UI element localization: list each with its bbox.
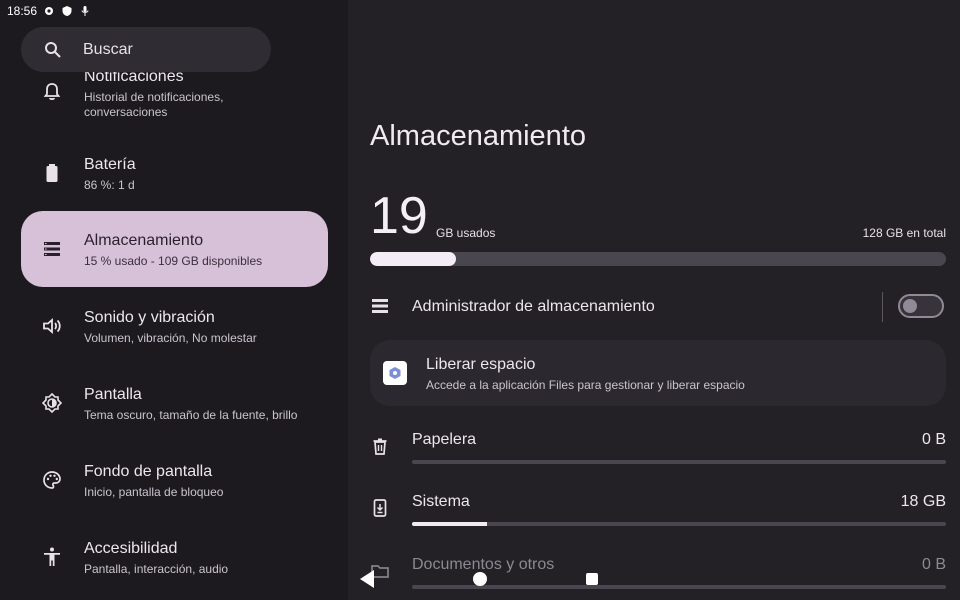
storage-usage-bar [370, 252, 946, 266]
brightness-icon [41, 392, 63, 414]
sidebar-item-subtitle: 15 % usado - 109 GB disponibles [84, 254, 263, 268]
sidebar-item-title: Fondo de pantalla [84, 463, 213, 480]
category-name: Documentos y otros [412, 556, 555, 573]
category-bar [412, 585, 946, 589]
storage-icon [372, 299, 388, 313]
status-time: 18:56 [7, 4, 38, 18]
search-bar[interactable]: Buscar [21, 27, 271, 72]
gear-icon [45, 7, 54, 15]
files-app-icon [383, 361, 407, 385]
category-value: 0 B [921, 556, 946, 573]
storage-manager-toggle[interactable] [898, 294, 944, 318]
sidebar-item-title: Pantalla [84, 386, 142, 403]
search-icon [45, 41, 61, 58]
sidebar-item-wallpaper[interactable]: Fondo de pantalla Inicio, pantalla de bl… [21, 442, 328, 518]
sidebar-item-battery[interactable]: Batería 86 %: 1 d [21, 135, 328, 211]
category-row-documents[interactable]: Documentos y otros 0 B [370, 556, 946, 600]
free-space-subtitle: Accede a la aplicación Files para gestio… [426, 378, 745, 392]
sidebar-item-subtitle: Pantalla, interacción, audio [84, 562, 229, 576]
search-placeholder: Buscar [83, 40, 133, 58]
category-bar [412, 460, 946, 464]
used-storage-unit: GB usados [436, 226, 496, 240]
sidebar-item-title: Accesibilidad [84, 540, 178, 557]
category-row-trash[interactable]: Papelera 0 B [370, 431, 946, 481]
sidebar-item-subtitle: Tema oscuro, tamaño de la fuente, brillo [84, 408, 298, 422]
category-bar-fill [412, 522, 487, 526]
sidebar-item-subtitle: 86 %: 1 d [84, 178, 135, 192]
sidebar-item-sound[interactable]: Sonido y vibración Volumen, vibración, N… [21, 288, 328, 364]
sidebar-item-subtitle: Historial de notificaciones, conversacio… [84, 90, 224, 119]
category-row-system[interactable]: Sistema 18 GB [370, 493, 946, 543]
toggle-knob [903, 299, 917, 313]
sidebar-item-title: Almacenamiento [84, 232, 204, 249]
sidebar-item-title: Batería [84, 156, 136, 173]
divider [882, 292, 883, 322]
accessibility-icon [44, 547, 60, 566]
palette-icon [43, 471, 61, 489]
storage-manager-label[interactable]: Administrador de almacenamiento [412, 298, 655, 316]
category-value: 0 B [921, 431, 946, 448]
total-storage: 128 GB en total [862, 226, 946, 240]
sidebar-item-storage[interactable]: Almacenamiento 15 % usado - 109 GB dispo… [21, 211, 328, 287]
back-button[interactable] [360, 570, 374, 588]
free-space-title: Liberar espacio [426, 356, 536, 373]
category-name: Papelera [412, 431, 477, 448]
page-title: Almacenamiento [370, 120, 586, 152]
home-button[interactable] [473, 572, 487, 586]
sidebar-item-display[interactable]: Pantalla Tema oscuro, tamaño de la fuent… [21, 365, 328, 441]
shield-icon [62, 6, 72, 16]
settings-sidebar: 18:56 Buscar Notificaciones Historial de… [0, 0, 348, 600]
status-bar: 18:56 [0, 0, 348, 22]
storage-detail-pane: Almacenamiento 19 GB usados 128 GB en to… [348, 0, 960, 600]
sidebar-item-subtitle: Inicio, pantalla de bloqueo [84, 485, 224, 499]
sidebar-item-subtitle: Volumen, vibración, No molestar [84, 331, 257, 345]
free-space-card[interactable]: Liberar espacio Accede a la aplicación F… [370, 340, 946, 406]
category-bar [412, 522, 946, 526]
category-value: 18 GB [900, 493, 946, 510]
sidebar-item-accessibility[interactable]: Accesibilidad Pantalla, interacción, aud… [21, 519, 328, 595]
volume-icon [43, 318, 61, 334]
recents-button[interactable] [586, 573, 598, 585]
storage-icon [44, 242, 60, 256]
sidebar-item-title: Sonido y vibración [84, 309, 215, 326]
battery-icon [46, 164, 58, 182]
bell-icon [43, 83, 61, 100]
mic-icon [81, 6, 89, 16]
storage-usage-fill [370, 252, 457, 266]
used-storage-value: 19 [370, 187, 428, 245]
category-name: Sistema [412, 493, 470, 510]
